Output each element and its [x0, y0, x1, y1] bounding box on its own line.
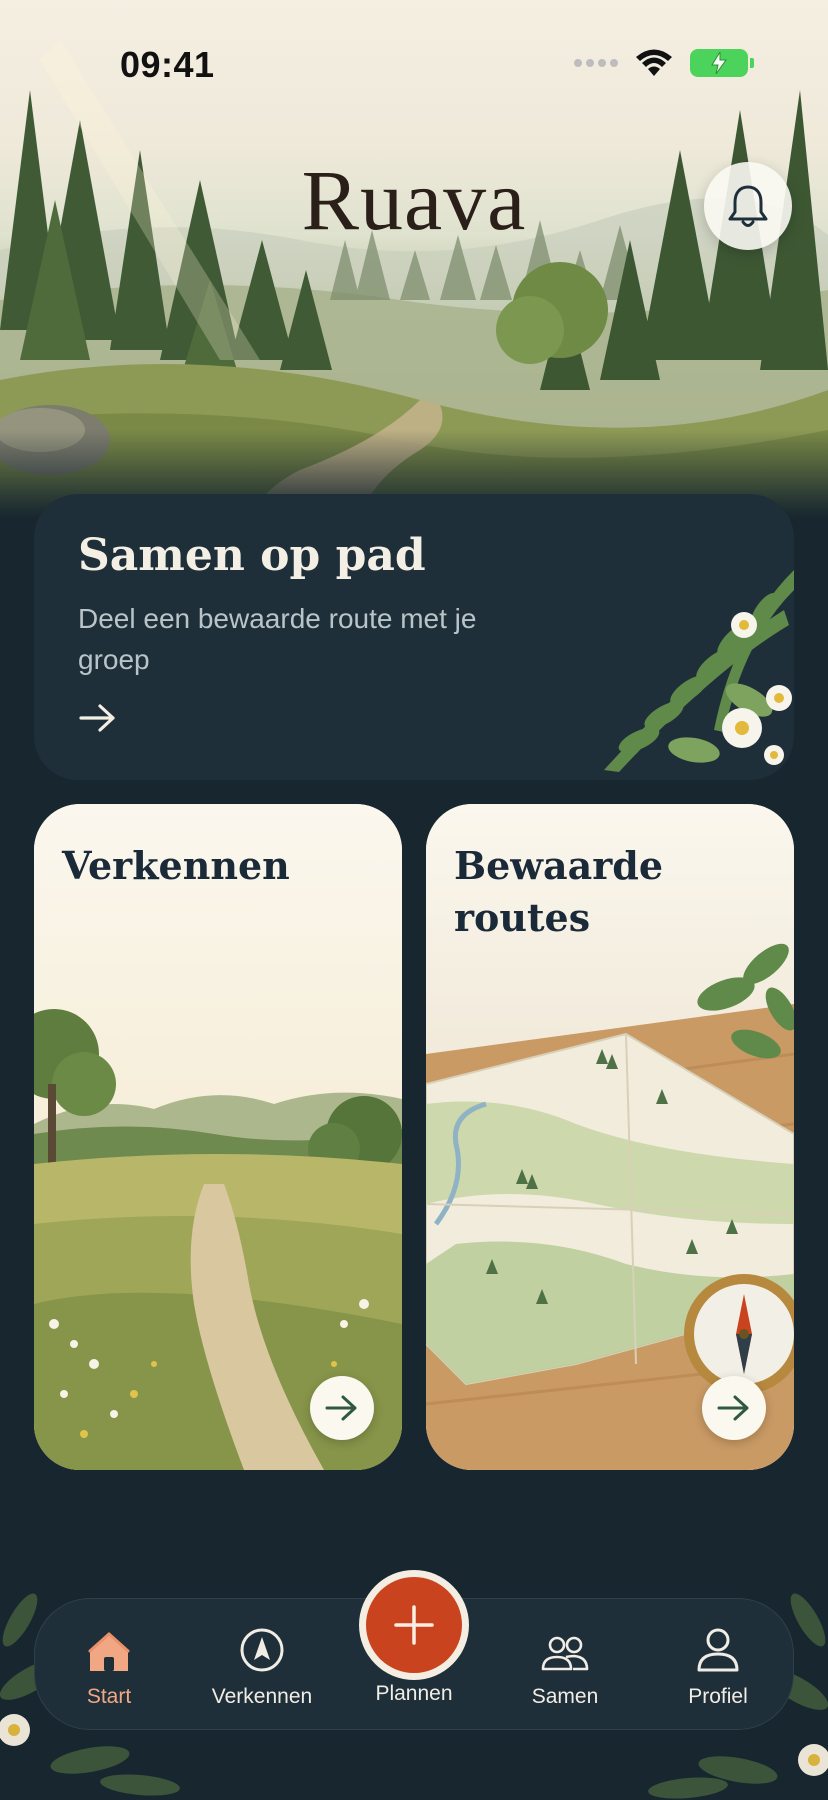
tab-profiel-label: Profiel	[688, 1685, 748, 1708]
promo-title: Samen op pad	[78, 530, 426, 581]
saved-routes-card-arrow-button[interactable]	[702, 1376, 766, 1440]
plan-fab-button[interactable]	[366, 1577, 462, 1673]
cellular-signal-icon	[574, 59, 618, 67]
tab-verkennen[interactable]: Verkennen	[192, 1599, 332, 1731]
tab-samen[interactable]: Samen	[495, 1599, 635, 1731]
status-time: 09:41	[120, 44, 215, 85]
meadow-path-illustration	[34, 804, 402, 1470]
plus-icon	[394, 1605, 434, 1645]
notifications-button[interactable]	[704, 162, 792, 250]
arrow-right-icon	[325, 1395, 357, 1421]
tab-start[interactable]: Start	[39, 1599, 179, 1731]
tab-samen-label: Samen	[531, 1685, 599, 1708]
home-icon	[88, 1632, 130, 1671]
explore-card-title: Verkennen	[62, 843, 290, 888]
promo-card[interactable]: Samen op pad Deel een bewaarde route met…	[34, 494, 794, 780]
tab-start-label: Start	[86, 1685, 132, 1708]
bell-icon	[728, 185, 768, 227]
wifi-icon	[636, 49, 672, 76]
tab-plannen-label: Plannen	[375, 1682, 453, 1705]
saved-routes-card[interactable]: Bewaarde routes	[426, 804, 794, 1470]
arrow-right-icon	[717, 1395, 749, 1421]
arrow-right-icon[interactable]	[78, 702, 118, 734]
explore-card-arrow-button[interactable]	[310, 1376, 374, 1440]
saved-routes-card-title: Bewaarde routes	[454, 843, 664, 940]
explore-card[interactable]: Verkennen	[34, 804, 402, 1470]
status-icons	[574, 48, 754, 78]
battery-charging-icon	[690, 49, 754, 77]
plan-fab[interactable]	[359, 1570, 469, 1680]
tab-profiel[interactable]: Profiel	[648, 1599, 788, 1731]
promo-description: Deel een bewaarde route met je groep	[78, 603, 477, 675]
tab-verkennen-label: Verkennen	[211, 1685, 313, 1708]
user-icon	[697, 1628, 739, 1672]
group-icon	[541, 1636, 589, 1671]
compass-navigation-icon	[240, 1628, 284, 1672]
fern-flowers-decoration	[604, 570, 794, 772]
